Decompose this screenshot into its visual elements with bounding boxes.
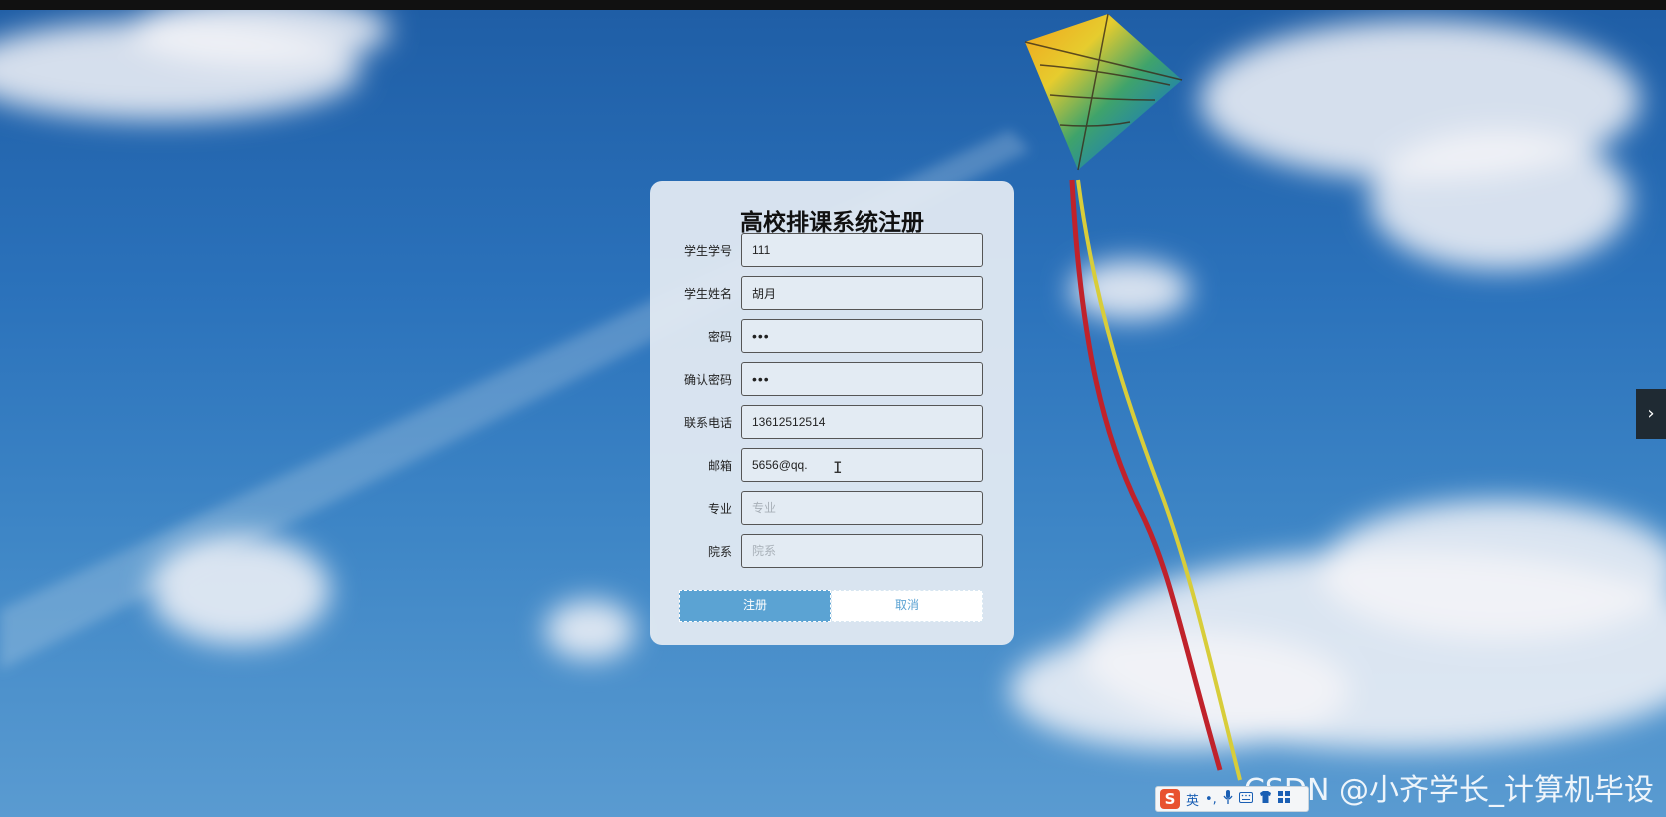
sogou-logo-icon[interactable]: S	[1160, 789, 1180, 809]
password-input[interactable]	[741, 319, 983, 353]
side-toggle-button[interactable]: ›	[1636, 389, 1666, 439]
password-label: 密码	[707, 330, 732, 344]
page-title: 高校排课系统注册	[740, 210, 924, 236]
department-label: 院系	[707, 545, 732, 559]
major-label: 专业	[707, 502, 732, 516]
field-row-major: 专业	[650, 491, 1014, 527]
register-button[interactable]: 注册	[679, 590, 831, 622]
confirm-password-input[interactable]	[741, 362, 983, 396]
field-row-phone: 联系电话	[650, 405, 1014, 441]
skin-icon[interactable]	[1259, 791, 1272, 807]
field-row-confirm-password: 确认密码	[650, 362, 1014, 398]
email-input[interactable]	[741, 448, 983, 482]
student-name-label: 学生姓名	[683, 287, 732, 301]
major-input[interactable]	[741, 491, 983, 525]
form-actions: 注册 取消	[679, 590, 983, 622]
field-row-department: 院系	[650, 534, 1014, 570]
toolbox-icon[interactable]	[1277, 791, 1290, 807]
top-bar	[0, 0, 1666, 10]
keyboard-icon[interactable]	[1238, 791, 1253, 807]
ime-toolbar: S 英 •,	[1155, 786, 1309, 812]
email-label: 邮箱	[707, 459, 732, 473]
cancel-button[interactable]: 取消	[831, 590, 983, 622]
phone-input[interactable]	[741, 405, 983, 439]
microphone-icon[interactable]	[1223, 790, 1233, 808]
confirm-password-label: 确认密码	[683, 373, 732, 387]
punctuation-icon[interactable]: •,	[1205, 792, 1217, 807]
student-id-input[interactable]	[741, 233, 983, 267]
register-card: 高校排课系统注册 学生学号 学生姓名 密码 确认密码 联系电话 邮箱 专业 院系…	[650, 181, 1014, 645]
field-row-email: 邮箱	[650, 448, 1014, 484]
field-row-student-name: 学生姓名	[650, 276, 1014, 312]
field-row-password: 密码	[650, 319, 1014, 355]
chevron-right-icon: ›	[1647, 403, 1655, 424]
department-input[interactable]	[741, 534, 983, 568]
student-id-label: 学生学号	[683, 244, 732, 258]
phone-label: 联系电话	[683, 416, 732, 430]
ime-mode-toggle[interactable]: 英	[1186, 790, 1199, 809]
text-cursor-icon: I	[833, 458, 843, 477]
student-name-input[interactable]	[741, 276, 983, 310]
field-row-student-id: 学生学号	[650, 233, 1014, 269]
